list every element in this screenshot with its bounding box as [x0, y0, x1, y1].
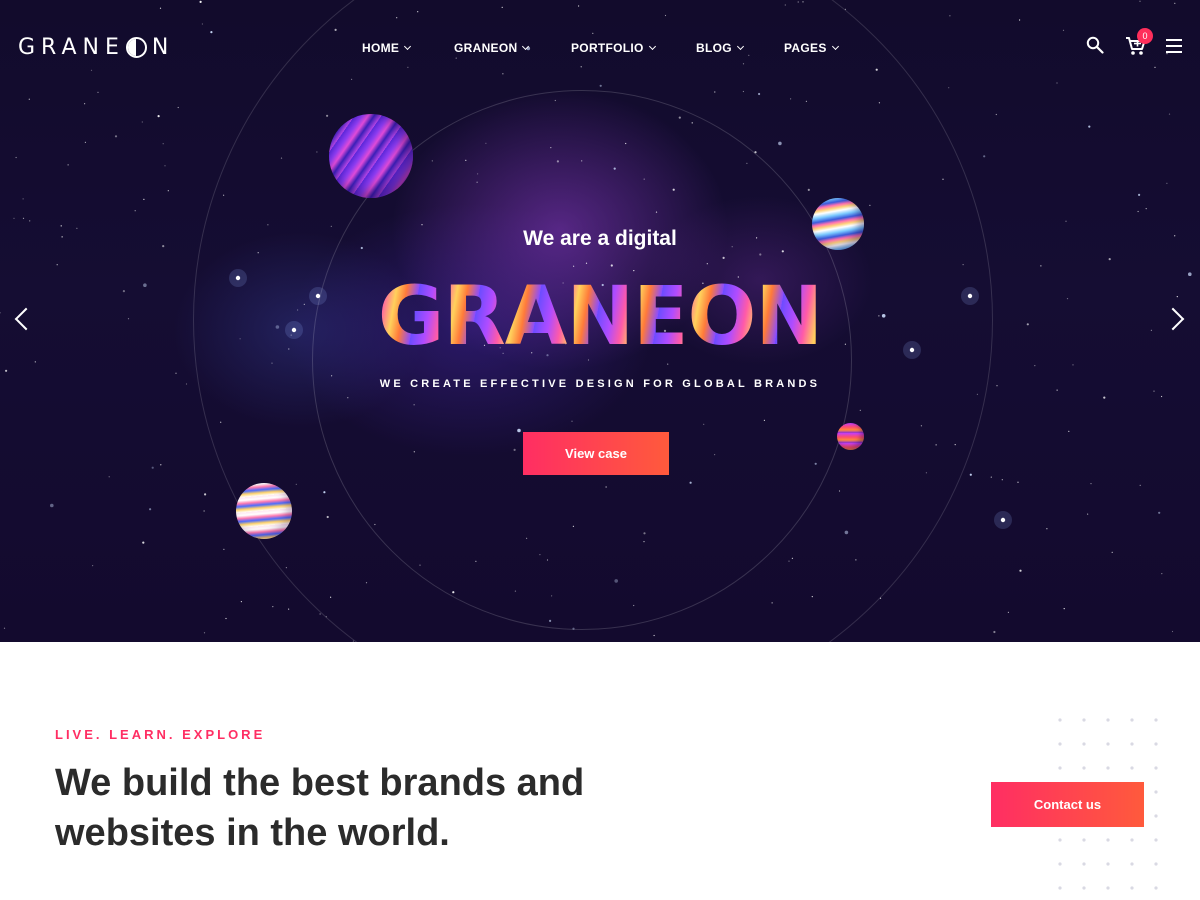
planet-striped-pink — [236, 483, 292, 539]
intro-headline: We build the best brands and websites in… — [55, 758, 695, 858]
cart-count-badge: 0 — [1137, 28, 1153, 44]
main-nav: HOME GRANEON PORTFOLIO BLOG PAGES — [0, 39, 1200, 57]
nav-item-label: PORTFOLIO — [571, 41, 644, 55]
chevron-down-icon — [831, 42, 839, 51]
headline-line-1: We build the best brands and — [55, 762, 585, 804]
hero-subtitle: WE CREATE EFFECTIVE DESIGN FOR GLOBAL BR… — [379, 378, 821, 390]
site-header: GRANE N HOME GRANEON PORTFOLIO BLOG PAGE… — [0, 0, 1200, 94]
planet-striped-blue — [812, 198, 864, 250]
hamburger-menu-icon[interactable] — [1166, 39, 1182, 53]
chevron-down-icon — [404, 42, 412, 51]
chevron-down-icon — [522, 42, 530, 51]
nav-item-home[interactable]: HOME — [362, 39, 412, 57]
planet-small-red — [837, 423, 864, 450]
hero-kicker: We are a digital — [523, 227, 677, 250]
headline-line-2: websites in the world. — [55, 812, 450, 854]
nav-item-pages[interactable]: PAGES — [784, 39, 839, 57]
chevron-down-icon — [648, 42, 656, 51]
nav-item-label: HOME — [362, 41, 400, 55]
contact-us-button[interactable]: Contact us — [991, 782, 1144, 827]
intro-eyebrow: LIVE. LEARN. EXPLORE — [55, 727, 266, 742]
nav-item-graneon[interactable]: GRANEON — [454, 39, 530, 57]
nav-item-label: PAGES — [784, 41, 827, 55]
view-case-button[interactable]: View case — [523, 432, 669, 475]
nav-item-portfolio[interactable]: PORTFOLIO — [571, 39, 656, 57]
hero-section: GRANE N HOME GRANEON PORTFOLIO BLOG PAGE… — [0, 0, 1200, 642]
planet-purple — [329, 114, 413, 198]
chevron-down-icon — [736, 42, 744, 51]
search-icon[interactable] — [1086, 36, 1104, 54]
nav-item-label: BLOG — [696, 41, 732, 55]
hero-title: GRANEON — [300, 272, 900, 362]
nav-item-label: GRANEON — [454, 41, 518, 55]
nav-item-blog[interactable]: BLOG — [696, 39, 744, 57]
